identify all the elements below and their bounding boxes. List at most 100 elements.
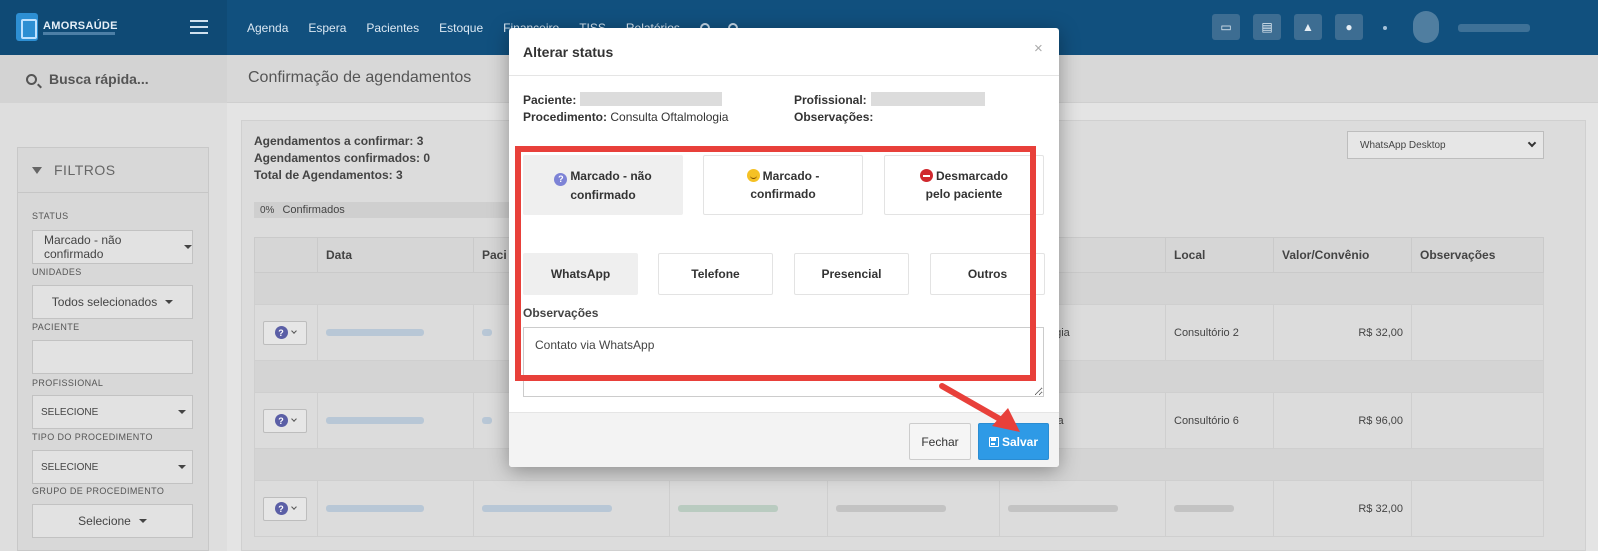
smile-icon	[746, 169, 760, 182]
card-icon[interactable]: ▤	[1253, 14, 1281, 40]
professional-info: Profissional:	[794, 92, 985, 107]
quick-search[interactable]: Busca rápida...	[0, 55, 227, 103]
close-button[interactable]: Fechar	[909, 423, 971, 460]
status-dot	[1383, 26, 1387, 30]
nav-agenda[interactable]: Agenda	[247, 21, 288, 35]
row-local: Consultório 2	[1165, 304, 1274, 361]
col-header-data[interactable]: Data	[317, 237, 474, 273]
status-option-line2: pelo paciente	[925, 187, 1003, 201]
filter-label-status: STATUS	[32, 211, 69, 221]
summary-to-confirm: Agendamentos a confirmar: 3	[254, 134, 424, 148]
grupo-procedimento-filter-value: Selecione	[78, 514, 131, 528]
summary-total: Total de Agendamentos: 3	[254, 168, 403, 182]
nav-espera[interactable]: Espera	[308, 21, 346, 35]
inbox-icon[interactable]: ▭	[1212, 14, 1240, 40]
status-filter-select[interactable]: Marcado - não confirmado	[32, 230, 193, 264]
channel-option-presencial[interactable]: Presencial	[794, 253, 909, 295]
grupo-procedimento-filter-select[interactable]: Selecione	[32, 504, 193, 538]
filters-header[interactable]: FILTROS	[18, 148, 208, 193]
user-name-redacted[interactable]	[1458, 24, 1530, 32]
confirmed-progress-bar: 0% Confirmados	[254, 202, 514, 218]
tipo-procedimento-filter-select[interactable]: SELECIONE	[32, 450, 193, 484]
profissional-filter-select[interactable]: SELECIONE	[32, 395, 193, 429]
status-option-line2: confirmado	[750, 187, 816, 201]
row-patient-redacted[interactable]	[482, 417, 492, 425]
col-header-observacoes[interactable]: Observações	[1411, 237, 1544, 273]
chevron-down-icon	[138, 519, 147, 523]
status-option-desmarcado-paciente[interactable]: Desmarcado pelo paciente	[884, 155, 1044, 215]
logo-icon	[16, 13, 38, 41]
close-icon[interactable]: ×	[1034, 41, 1043, 56]
summary-block: Agendamentos a confirmar: 3 Agendamentos…	[254, 133, 430, 184]
channel-option-telefone[interactable]: Telefone	[658, 253, 773, 295]
chevron-down-icon	[178, 410, 186, 414]
paciente-filter-input[interactable]	[32, 340, 193, 374]
chevron-down-icon	[1527, 138, 1537, 148]
patient-info: Paciente:	[523, 92, 723, 107]
save-button[interactable]: Salvar	[978, 423, 1049, 460]
observations-textarea[interactable]: Contato via WhatsApp	[523, 327, 1044, 397]
filters-panel: FILTROS STATUS Marcado - não confirmado …	[17, 147, 209, 551]
row-status-redacted	[678, 505, 778, 513]
professional-name-redacted	[870, 92, 985, 106]
chevron-down-icon	[290, 504, 297, 510]
row-patient-redacted[interactable]	[482, 329, 492, 337]
filter-label-paciente: PACIENTE	[32, 322, 80, 332]
row-price: R$ 32,00	[1273, 480, 1412, 537]
observations-info: Observações:	[794, 110, 873, 124]
funnel-icon	[32, 166, 42, 174]
unidades-filter-select[interactable]: Todos selecionados	[32, 285, 193, 319]
row-date-redacted[interactable]	[326, 417, 424, 425]
patient-label: Paciente:	[523, 93, 577, 107]
chat-icon[interactable]: ●	[1335, 14, 1363, 40]
status-option-marcado-nao-confirmado[interactable]: ? Marcado - não confirmado	[523, 155, 683, 215]
col-header-valor[interactable]: Valor/Convênio	[1273, 237, 1412, 273]
status-option-line1: Marcado - não	[570, 168, 652, 183]
row-professional-redacted	[836, 505, 946, 513]
row-price: R$ 32,00	[1273, 304, 1412, 361]
change-status-modal: Alterar status × Paciente: Profissional:…	[509, 28, 1059, 467]
chevron-down-icon	[290, 416, 297, 422]
question-icon: ?	[274, 502, 288, 515]
bell-icon[interactable]: ▲	[1294, 14, 1322, 40]
channel-select-value: WhatsApp Desktop	[1360, 139, 1446, 151]
row-status-button[interactable]: ?	[263, 496, 307, 521]
channel-select[interactable]: WhatsApp Desktop	[1347, 131, 1544, 159]
filters-title: FILTROS	[54, 162, 116, 178]
row-local-redacted	[1174, 505, 1234, 513]
profissional-filter-value: SELECIONE	[41, 406, 99, 418]
status-option-marcado-confirmado[interactable]: Marcado - confirmado	[703, 155, 863, 215]
row-status-button[interactable]: ?	[263, 408, 307, 433]
row-date-redacted[interactable]	[326, 505, 424, 513]
nav-estoque[interactable]: Estoque	[439, 21, 483, 35]
procedure-label: Procedimento:	[523, 110, 608, 124]
row-procedure-redacted	[1008, 505, 1118, 513]
status-filter-value: Marcado - não confirmado	[44, 233, 122, 261]
channel-option-outros[interactable]: Outros	[930, 253, 1045, 295]
row-patient-redacted[interactable]	[482, 505, 612, 513]
row-date-redacted[interactable]	[326, 329, 424, 337]
row-status-button[interactable]: ?	[263, 320, 307, 345]
col-header-actions	[254, 237, 318, 273]
avatar[interactable]	[1413, 11, 1439, 43]
top-icon-group: ▭ ▤ ▲ ●	[1212, 14, 1376, 40]
modal-title: Alterar status	[523, 44, 614, 60]
chevron-down-icon	[184, 245, 192, 249]
question-icon: ?	[274, 414, 288, 427]
tipo-procedimento-filter-value: SELECIONE	[41, 461, 99, 473]
question-icon: ?	[274, 326, 288, 339]
status-option-line1: Marcado -	[762, 169, 820, 183]
channel-option-whatsapp[interactable]: WhatsApp	[523, 253, 638, 295]
nav-pacientes[interactable]: Pacientes	[366, 21, 419, 35]
procedure-info: Procedimento: Consulta Oftalmologia	[523, 110, 728, 124]
stop-icon	[919, 169, 933, 182]
status-option-line2: confirmado	[570, 187, 636, 202]
col-header-local[interactable]: Local	[1165, 237, 1274, 273]
professional-label: Profissional:	[794, 93, 867, 107]
observations-field-label: Observações	[523, 306, 599, 320]
patient-name-redacted	[580, 92, 723, 106]
menu-toggle-icon[interactable]	[190, 20, 208, 34]
question-icon: ?	[554, 172, 568, 186]
table-row[interactable]: ? R$ 32,00	[254, 480, 1544, 537]
logo-tagline	[43, 32, 115, 35]
